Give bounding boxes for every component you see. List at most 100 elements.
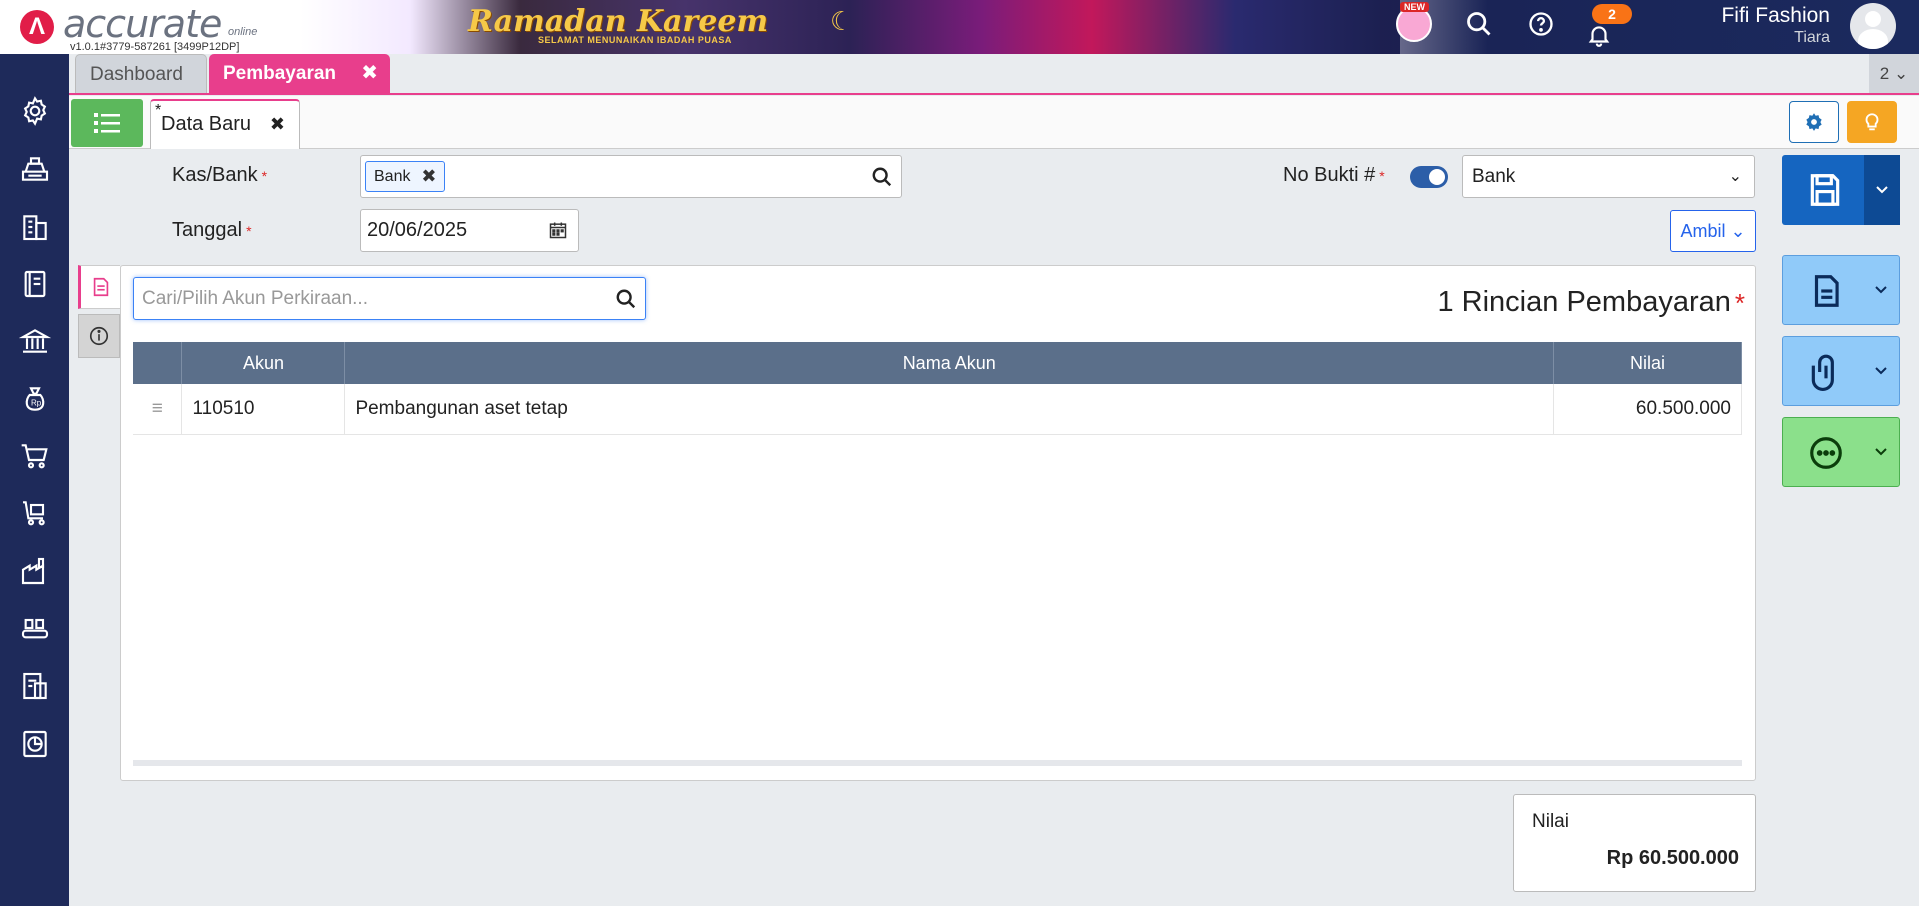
chevron-down-icon <box>1876 186 1888 194</box>
no-bukti-label: No Bukti # * <box>1283 164 1385 186</box>
total-box: Nilai Rp 60.500.000 <box>1513 794 1756 892</box>
notification-count-badge: 2 <box>1592 4 1632 24</box>
help-icon[interactable] <box>1526 10 1556 40</box>
form-settings-button[interactable] <box>1789 101 1839 143</box>
total-label: Nilai <box>1532 811 1569 832</box>
user-avatar[interactable] <box>1850 3 1896 49</box>
close-tab-icon[interactable]: ✖ <box>361 54 378 93</box>
search-icon[interactable] <box>615 288 637 310</box>
more-actions-button[interactable] <box>1782 417 1900 487</box>
form-toolbar: * Data Baru ✖ <box>69 96 1919 149</box>
save-button[interactable] <box>1782 155 1900 225</box>
settings-gear-icon[interactable] <box>17 54 53 90</box>
cell-akun: 110510 <box>181 384 346 435</box>
search-icon[interactable] <box>1464 10 1494 40</box>
bank-icon[interactable] <box>17 323 53 359</box>
kas-bank-field[interactable]: Bank ✖ <box>360 155 902 198</box>
search-icon[interactable] <box>871 166 893 188</box>
report-chart-icon[interactable] <box>17 726 53 762</box>
tab-pembayaran[interactable]: Pembayaran ✖ <box>209 54 390 93</box>
banner-title: Ramadan Kareem <box>468 4 769 39</box>
auto-number-toggle[interactable] <box>1410 166 1448 188</box>
drag-handle-icon[interactable]: ≡ <box>133 384 183 435</box>
new-badge: NEW <box>1400 2 1429 12</box>
inventory-factory-icon[interactable] <box>17 553 53 589</box>
app-name: accurate <box>63 2 222 46</box>
company-building-icon[interactable] <box>17 209 53 245</box>
cell-nilai: 60.500.000 <box>1553 384 1742 435</box>
list-icon <box>94 113 120 133</box>
list-view-button[interactable] <box>71 99 143 147</box>
column-header-nilai[interactable]: Nilai <box>1553 342 1742 384</box>
cell-nama-akun: Pembangunan aset tetap <box>344 384 1554 435</box>
no-bukti-value: Bank <box>1472 166 1516 187</box>
attachment-button[interactable] <box>1782 336 1900 406</box>
tips-button[interactable] <box>1847 101 1897 143</box>
ledger-book-icon[interactable] <box>17 266 53 302</box>
detail-tab[interactable] <box>78 265 120 309</box>
svg-text:Rp: Rp <box>31 399 42 408</box>
subtab-data-baru[interactable]: * Data Baru ✖ <box>150 99 300 149</box>
paperclip-icon <box>1811 354 1834 391</box>
banner-subtitle: SELAMAT MENUNAIKAN IBADAH PUASA <box>538 35 732 45</box>
subtab-label: Data Baru <box>161 113 252 135</box>
calendar-icon[interactable] <box>548 220 568 240</box>
more-options-toggle[interactable] <box>1863 418 1899 486</box>
gear-icon <box>1806 113 1822 131</box>
info-icon <box>89 326 109 346</box>
ambil-button[interactable]: Ambil ⌄ <box>1670 210 1756 252</box>
cashier-register-icon[interactable] <box>17 151 53 187</box>
attachment-options-toggle[interactable] <box>1863 337 1899 405</box>
drag-column-header <box>133 342 183 384</box>
total-value: Rp 60.500.000 <box>1606 847 1739 869</box>
app-header: Λ accurate online v1.0.1#3779-587261 [34… <box>0 0 1919 54</box>
production-conveyor-icon[interactable] <box>17 610 53 646</box>
akun-search-input[interactable] <box>142 287 602 311</box>
chevron-down-icon <box>1875 367 1887 375</box>
tanggal-value: 20/06/2025 <box>367 219 468 241</box>
tab-pembayaran-label: Pembayaran <box>223 63 337 84</box>
document-options-toggle[interactable] <box>1863 256 1899 324</box>
settings-gear-icon[interactable] <box>17 93 53 129</box>
table-row[interactable]: ≡ 110510 Pembangunan aset tetap 60.500.0… <box>133 384 1742 435</box>
floppy-disk-icon <box>1810 174 1840 206</box>
column-header-nama-akun[interactable]: Nama Akun <box>344 342 1554 384</box>
close-subtab-icon[interactable]: ✖ <box>270 114 285 135</box>
header-right-area <box>1380 0 1919 54</box>
document-icon <box>1814 275 1839 307</box>
main-content: Kas/Bank * Bank ✖ Tanggal * 20/06/2025 No … <box>69 150 1919 906</box>
document-icon <box>93 277 108 297</box>
crescent-moon-icon: ☾ <box>830 6 854 36</box>
company-name[interactable]: Fifi Fashion <box>1660 4 1830 28</box>
tab-dashboard-label: Dashboard <box>90 64 183 85</box>
chevron-down-icon <box>1875 448 1887 456</box>
akun-search[interactable] <box>133 277 646 320</box>
page-tab-bar: Dashboard Pembayaran ✖ 2 ⌄ <box>69 54 1919 95</box>
user-name: Tiara <box>1794 29 1830 46</box>
app-suffix: online <box>228 26 258 38</box>
bell-icon[interactable] <box>1584 22 1614 52</box>
chevron-down-icon <box>1875 286 1887 294</box>
app-logo[interactable]: Λ accurate online v1.0.1#3779-587261 [34… <box>18 2 278 53</box>
logo-mark-icon: Λ <box>20 10 54 44</box>
money-bag-icon[interactable]: Rp <box>17 381 53 417</box>
purchase-cart-icon[interactable] <box>17 438 53 474</box>
open-tabs-dropdown[interactable]: 2 ⌄ <box>1869 54 1919 93</box>
tab-dashboard[interactable]: Dashboard <box>75 54 207 93</box>
tax-document-icon[interactable] <box>17 668 53 704</box>
table-scrollbar[interactable] <box>133 760 1742 766</box>
no-bukti-select[interactable]: Bank ⌄ <box>1462 155 1755 198</box>
lightbulb-icon <box>1865 113 1879 131</box>
document-actions-button[interactable] <box>1782 255 1900 325</box>
detail-title: 1 Rincian Pembayaran * <box>1437 286 1745 318</box>
tanggal-field[interactable]: 20/06/2025 <box>360 209 579 252</box>
column-header-akun[interactable]: Akun <box>181 342 346 384</box>
more-options-icon <box>1810 437 1842 469</box>
open-tabs-count: 2 <box>1879 64 1890 83</box>
tanggal-label: Tanggal * <box>172 219 252 241</box>
save-options-toggle[interactable] <box>1864 155 1900 225</box>
remove-chip-icon[interactable]: ✖ <box>421 162 436 191</box>
kas-bank-label: Kas/Bank * <box>172 164 268 186</box>
info-tab[interactable] <box>78 314 120 358</box>
sales-cart-box-icon[interactable] <box>17 495 53 531</box>
